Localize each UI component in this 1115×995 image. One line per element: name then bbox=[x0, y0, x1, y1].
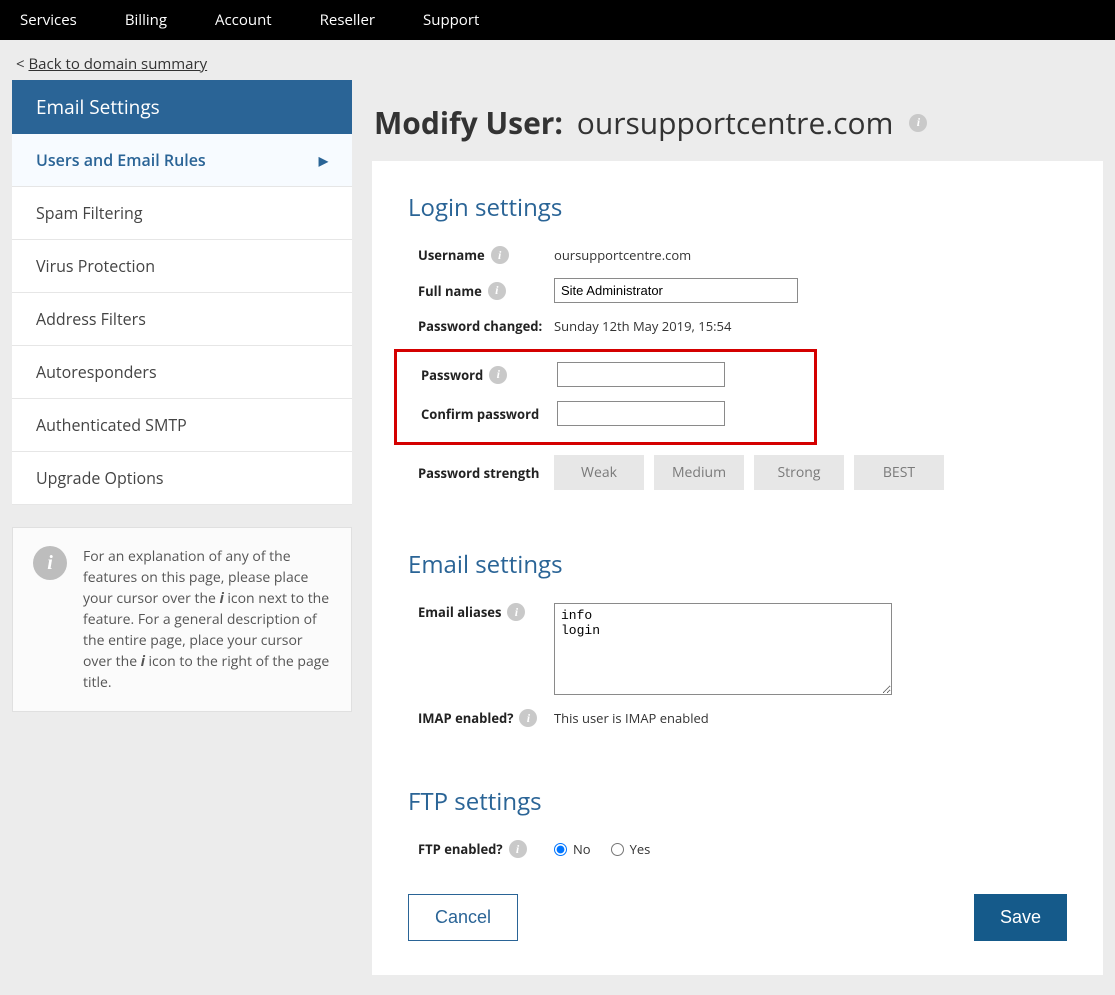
password-label: Password i bbox=[421, 366, 557, 384]
sidebar-item-label: Virus Protection bbox=[36, 255, 155, 277]
sidebar-item-label: Upgrade Options bbox=[36, 467, 164, 489]
info-help-box: i For an explanation of any of the featu… bbox=[12, 527, 352, 712]
confirm-password-label: Confirm password bbox=[421, 405, 557, 423]
nav-billing[interactable]: Billing bbox=[125, 10, 167, 30]
chevron-right-icon: ▶ bbox=[319, 152, 328, 169]
sidebar-item-label: Address Filters bbox=[36, 308, 146, 330]
top-nav: Services Billing Account Reseller Suppor… bbox=[0, 0, 1115, 40]
info-icon[interactable]: i bbox=[519, 709, 537, 727]
save-button[interactable]: Save bbox=[974, 894, 1067, 941]
ftp-no-radio[interactable] bbox=[554, 843, 567, 856]
password-changed-label: Password changed: bbox=[418, 317, 554, 335]
sidebar-item-authenticated-smtp[interactable]: Authenticated SMTP bbox=[12, 399, 352, 452]
strength-strong: Strong bbox=[754, 455, 844, 490]
nav-support[interactable]: Support bbox=[423, 10, 479, 30]
sidebar-header: Email Settings bbox=[12, 80, 352, 134]
info-icon[interactable]: i bbox=[488, 282, 506, 300]
username-value: oursupportcentre.com bbox=[554, 246, 691, 264]
nav-services[interactable]: Services bbox=[20, 10, 77, 30]
breadcrumb: < Back to domain summary bbox=[0, 40, 1115, 80]
nav-reseller[interactable]: Reseller bbox=[320, 10, 375, 30]
strength-best: BEST bbox=[854, 455, 944, 490]
ftp-yes-radio[interactable] bbox=[611, 843, 624, 856]
info-icon: i bbox=[33, 546, 67, 580]
ftp-no-label: No bbox=[573, 840, 591, 858]
sidebar: Email Settings Users and Email Rules ▶ S… bbox=[12, 80, 352, 712]
sidebar-item-address-filters[interactable]: Address Filters bbox=[12, 293, 352, 346]
section-login-title: Login settings bbox=[408, 191, 1067, 224]
ftp-yes-label: Yes bbox=[630, 840, 651, 858]
sidebar-item-spam-filtering[interactable]: Spam Filtering bbox=[12, 187, 352, 240]
imap-enabled-value: This user is IMAP enabled bbox=[554, 709, 709, 727]
email-aliases-input[interactable] bbox=[554, 603, 892, 695]
email-aliases-label: Email aliases i bbox=[418, 603, 554, 621]
info-icon[interactable]: i bbox=[507, 603, 525, 621]
password-fields-highlight: Password i Confirm password bbox=[394, 349, 817, 445]
password-changed-value: Sunday 12th May 2019, 15:54 bbox=[554, 317, 731, 335]
nav-account[interactable]: Account bbox=[215, 10, 272, 30]
ftp-enabled-label: FTP enabled? i bbox=[418, 840, 554, 858]
cancel-button[interactable]: Cancel bbox=[408, 894, 518, 941]
sidebar-item-users-email-rules[interactable]: Users and Email Rules ▶ bbox=[12, 134, 352, 187]
main-content: Modify User: oursupportcentre.com i Logi… bbox=[372, 80, 1103, 975]
imap-enabled-label: IMAP enabled? i bbox=[418, 709, 554, 727]
sidebar-item-label: Spam Filtering bbox=[36, 202, 143, 224]
section-email-title: Email settings bbox=[408, 548, 1067, 581]
sidebar-item-virus-protection[interactable]: Virus Protection bbox=[12, 240, 352, 293]
info-help-text: For an explanation of any of the feature… bbox=[83, 546, 331, 693]
sidebar-item-autoresponders[interactable]: Autoresponders bbox=[12, 346, 352, 399]
info-icon[interactable]: i bbox=[509, 840, 527, 858]
username-label: Username i bbox=[418, 246, 554, 264]
sidebar-item-label: Autoresponders bbox=[36, 361, 157, 383]
strength-weak: Weak bbox=[554, 455, 644, 490]
password-strength-meter: Weak Medium Strong BEST bbox=[554, 455, 944, 490]
full-name-input[interactable] bbox=[554, 278, 798, 303]
strength-medium: Medium bbox=[654, 455, 744, 490]
form-panel: Login settings Username i oursupportcent… bbox=[372, 161, 1103, 975]
info-icon[interactable]: i bbox=[909, 114, 927, 132]
full-name-label: Full name i bbox=[418, 282, 554, 300]
info-icon[interactable]: i bbox=[489, 366, 507, 384]
sidebar-item-upgrade-options[interactable]: Upgrade Options bbox=[12, 452, 352, 505]
sidebar-item-label: Users and Email Rules bbox=[36, 149, 206, 171]
sidebar-item-label: Authenticated SMTP bbox=[36, 414, 187, 436]
confirm-password-input[interactable] bbox=[557, 401, 725, 426]
back-prefix: < bbox=[16, 54, 28, 74]
section-ftp-title: FTP settings bbox=[408, 785, 1067, 818]
password-strength-label: Password strength bbox=[418, 464, 554, 482]
back-to-domain-summary-link[interactable]: Back to domain summary bbox=[28, 54, 207, 74]
page-title: Modify User: oursupportcentre.com i bbox=[374, 102, 1103, 143]
info-icon[interactable]: i bbox=[491, 246, 509, 264]
password-input[interactable] bbox=[557, 362, 725, 387]
